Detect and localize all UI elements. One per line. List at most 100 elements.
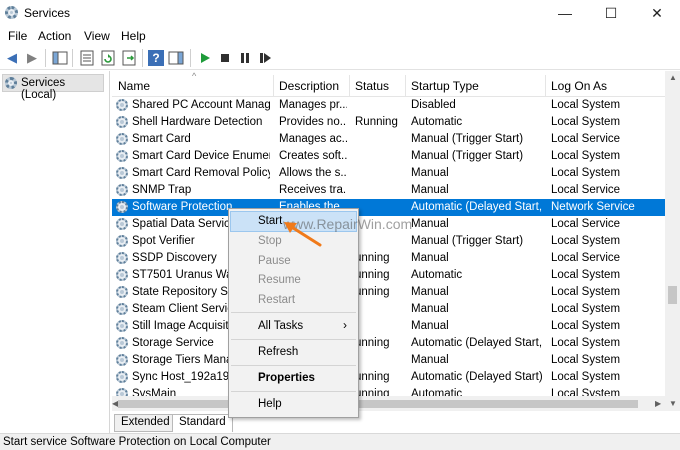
tab-extended[interactable]: Extended: [114, 414, 177, 432]
services-app-icon: [5, 6, 18, 19]
forward-arrow-icon[interactable]: ▶: [24, 50, 40, 66]
cell-startup: Manual: [411, 286, 449, 298]
table-row[interactable]: Steam Client Service Manual Local System: [112, 301, 665, 318]
menu-item-all-tasks[interactable]: All Tasks: [231, 317, 356, 336]
table-row[interactable]: SNMP Trap Receives tra... Manual Local Serv…: [112, 182, 665, 199]
cell-status: unning: [355, 388, 390, 396]
export-list-icon[interactable]: [121, 50, 137, 66]
column-header-status[interactable]: Status: [355, 79, 389, 93]
menu-file[interactable]: File: [8, 29, 27, 43]
close-button[interactable]: ✕: [634, 0, 680, 26]
cell-logon: Local Service: [551, 218, 621, 230]
cell-logon: Local System: [551, 337, 621, 349]
horizontal-scrollbar[interactable]: ◀ ▶: [112, 396, 665, 411]
start-service-icon[interactable]: [197, 50, 213, 66]
table-row[interactable]: Shared PC Account Manager Manages pr... Di…: [112, 97, 665, 114]
table-row[interactable]: ST7501 Uranus Watc unning Automatic Local S…: [112, 267, 665, 284]
cell-logon: Local System: [551, 354, 621, 366]
restart-service-icon[interactable]: [257, 50, 273, 66]
service-gear-icon: [116, 99, 128, 111]
table-row[interactable]: Storage Service unning Automatic (Delayed …: [112, 335, 665, 352]
menu-help[interactable]: Help: [121, 29, 146, 43]
pause-service-icon[interactable]: [237, 50, 253, 66]
service-gear-icon: [116, 218, 128, 230]
cell-startup: Manual (Trigger Start): [411, 150, 524, 162]
cell-logon: Local System: [551, 371, 621, 383]
menu-item-properties[interactable]: Properties: [231, 369, 356, 388]
tab-standard[interactable]: Standard: [172, 414, 233, 432]
service-gear-icon: [116, 371, 128, 383]
menu-item-pause: Pause: [258, 255, 291, 267]
cell-startup: Manual: [411, 218, 449, 230]
horizontal-scroll-thumb[interactable]: [118, 400, 638, 408]
help-icon[interactable]: ?: [148, 50, 164, 66]
table-row[interactable]: Sync Host_192a19 unning Automatic (Delayed…: [112, 369, 665, 386]
table-row[interactable]: SSDP Discovery unning Manual Local Service: [112, 250, 665, 267]
service-gear-icon: [116, 252, 128, 264]
console-tree-pane: Services (Local): [0, 71, 110, 434]
cell-logon: Local System: [551, 116, 621, 128]
table-row[interactable]: Smart Card Manages ac... Manual (Trigger S…: [112, 131, 665, 148]
vertical-scroll-thumb[interactable]: [668, 286, 677, 304]
vertical-scrollbar[interactable]: ▲ ▼: [665, 71, 680, 411]
back-arrow-icon[interactable]: ◀: [4, 50, 20, 66]
toolbar: ◀ ▶ ?: [0, 46, 680, 70]
table-row[interactable]: SysMain unning Automatic Local System: [112, 386, 665, 396]
maximize-button[interactable]: ☐: [588, 0, 634, 26]
table-row[interactable]: Software Protection Enables the... Automat…: [112, 199, 665, 216]
cell-startup: Manual (Trigger Start): [411, 235, 524, 247]
cell-name: Smart Card: [132, 133, 191, 145]
table-row[interactable]: State Repository Serv unning Manual Local S…: [112, 284, 665, 301]
scroll-right-arrow-icon[interactable]: ▶: [655, 399, 661, 408]
cell-name: SNMP Trap: [132, 184, 192, 196]
table-row[interactable]: Smart Card Removal Policy Allows the s...…: [112, 165, 665, 182]
table-row[interactable]: Still Image Acquisitio Manual Local System: [112, 318, 665, 335]
column-header-description[interactable]: Description: [279, 79, 339, 93]
column-header-startup-type[interactable]: Startup Type: [411, 79, 479, 93]
console-tree-icon[interactable]: [52, 50, 68, 66]
cell-logon: Local Service: [551, 133, 621, 145]
menu-action[interactable]: Action: [38, 29, 71, 43]
scroll-down-arrow-icon[interactable]: ▼: [669, 399, 677, 408]
cell-startup: Manual (Trigger Start): [411, 133, 524, 145]
column-header-log-on-as[interactable]: Log On As: [551, 79, 607, 93]
cell-startup: Automatic: [411, 269, 463, 281]
service-gear-icon: [116, 184, 128, 196]
column-header-name[interactable]: Name: [118, 79, 150, 93]
tree-item-services-local[interactable]: Services (Local): [2, 74, 104, 101]
cell-logon: Local System: [551, 99, 621, 111]
properties-sheet-icon[interactable]: [79, 50, 95, 66]
service-gear-icon: [116, 235, 128, 247]
annotation-arrow-icon: [284, 222, 322, 247]
cell-desc: Manages ac...: [279, 133, 347, 145]
menu-item-help[interactable]: Help: [231, 395, 356, 414]
cell-logon: Local System: [551, 235, 621, 247]
cell-desc: Allows the s...: [279, 167, 347, 179]
table-row[interactable]: Spot Verifier Manual (Trigger Start) Local…: [112, 233, 665, 250]
status-text: Start service Software Protection on Loc…: [3, 436, 271, 448]
service-gear-icon: [116, 388, 128, 396]
cell-desc: Manages pr...: [279, 99, 347, 111]
cell-startup: Manual: [411, 320, 449, 332]
service-gear-icon: [116, 150, 128, 162]
table-row[interactable]: Shell Hardware Detection Provides no... Ru…: [112, 114, 665, 131]
service-gear-icon: [116, 286, 128, 298]
service-gear-icon: [116, 133, 128, 145]
cell-logon: Network Service: [551, 201, 635, 213]
menu-item-refresh[interactable]: Refresh: [231, 343, 356, 362]
menu-item-resume: Resume: [258, 274, 301, 286]
minimize-button[interactable]: —: [542, 0, 588, 26]
stop-service-icon[interactable]: [217, 50, 233, 66]
show-hide-action-pane-icon[interactable]: [168, 50, 184, 66]
cell-startup: Automatic: [411, 388, 463, 396]
cell-status: unning: [355, 269, 390, 281]
table-row[interactable]: Storage Tiers Manag Manual Local System: [112, 352, 665, 369]
service-gear-icon: [116, 320, 128, 332]
scroll-up-arrow-icon[interactable]: ▲: [669, 73, 677, 82]
cell-name: Shared PC Account Manager: [132, 99, 270, 111]
table-row[interactable]: Smart Card Device Enumera... Creates soft…: [112, 148, 665, 165]
refresh-icon[interactable]: [100, 50, 116, 66]
service-gear-icon: [116, 354, 128, 366]
menu-view[interactable]: View: [84, 29, 110, 43]
cell-status: Running: [355, 116, 398, 128]
